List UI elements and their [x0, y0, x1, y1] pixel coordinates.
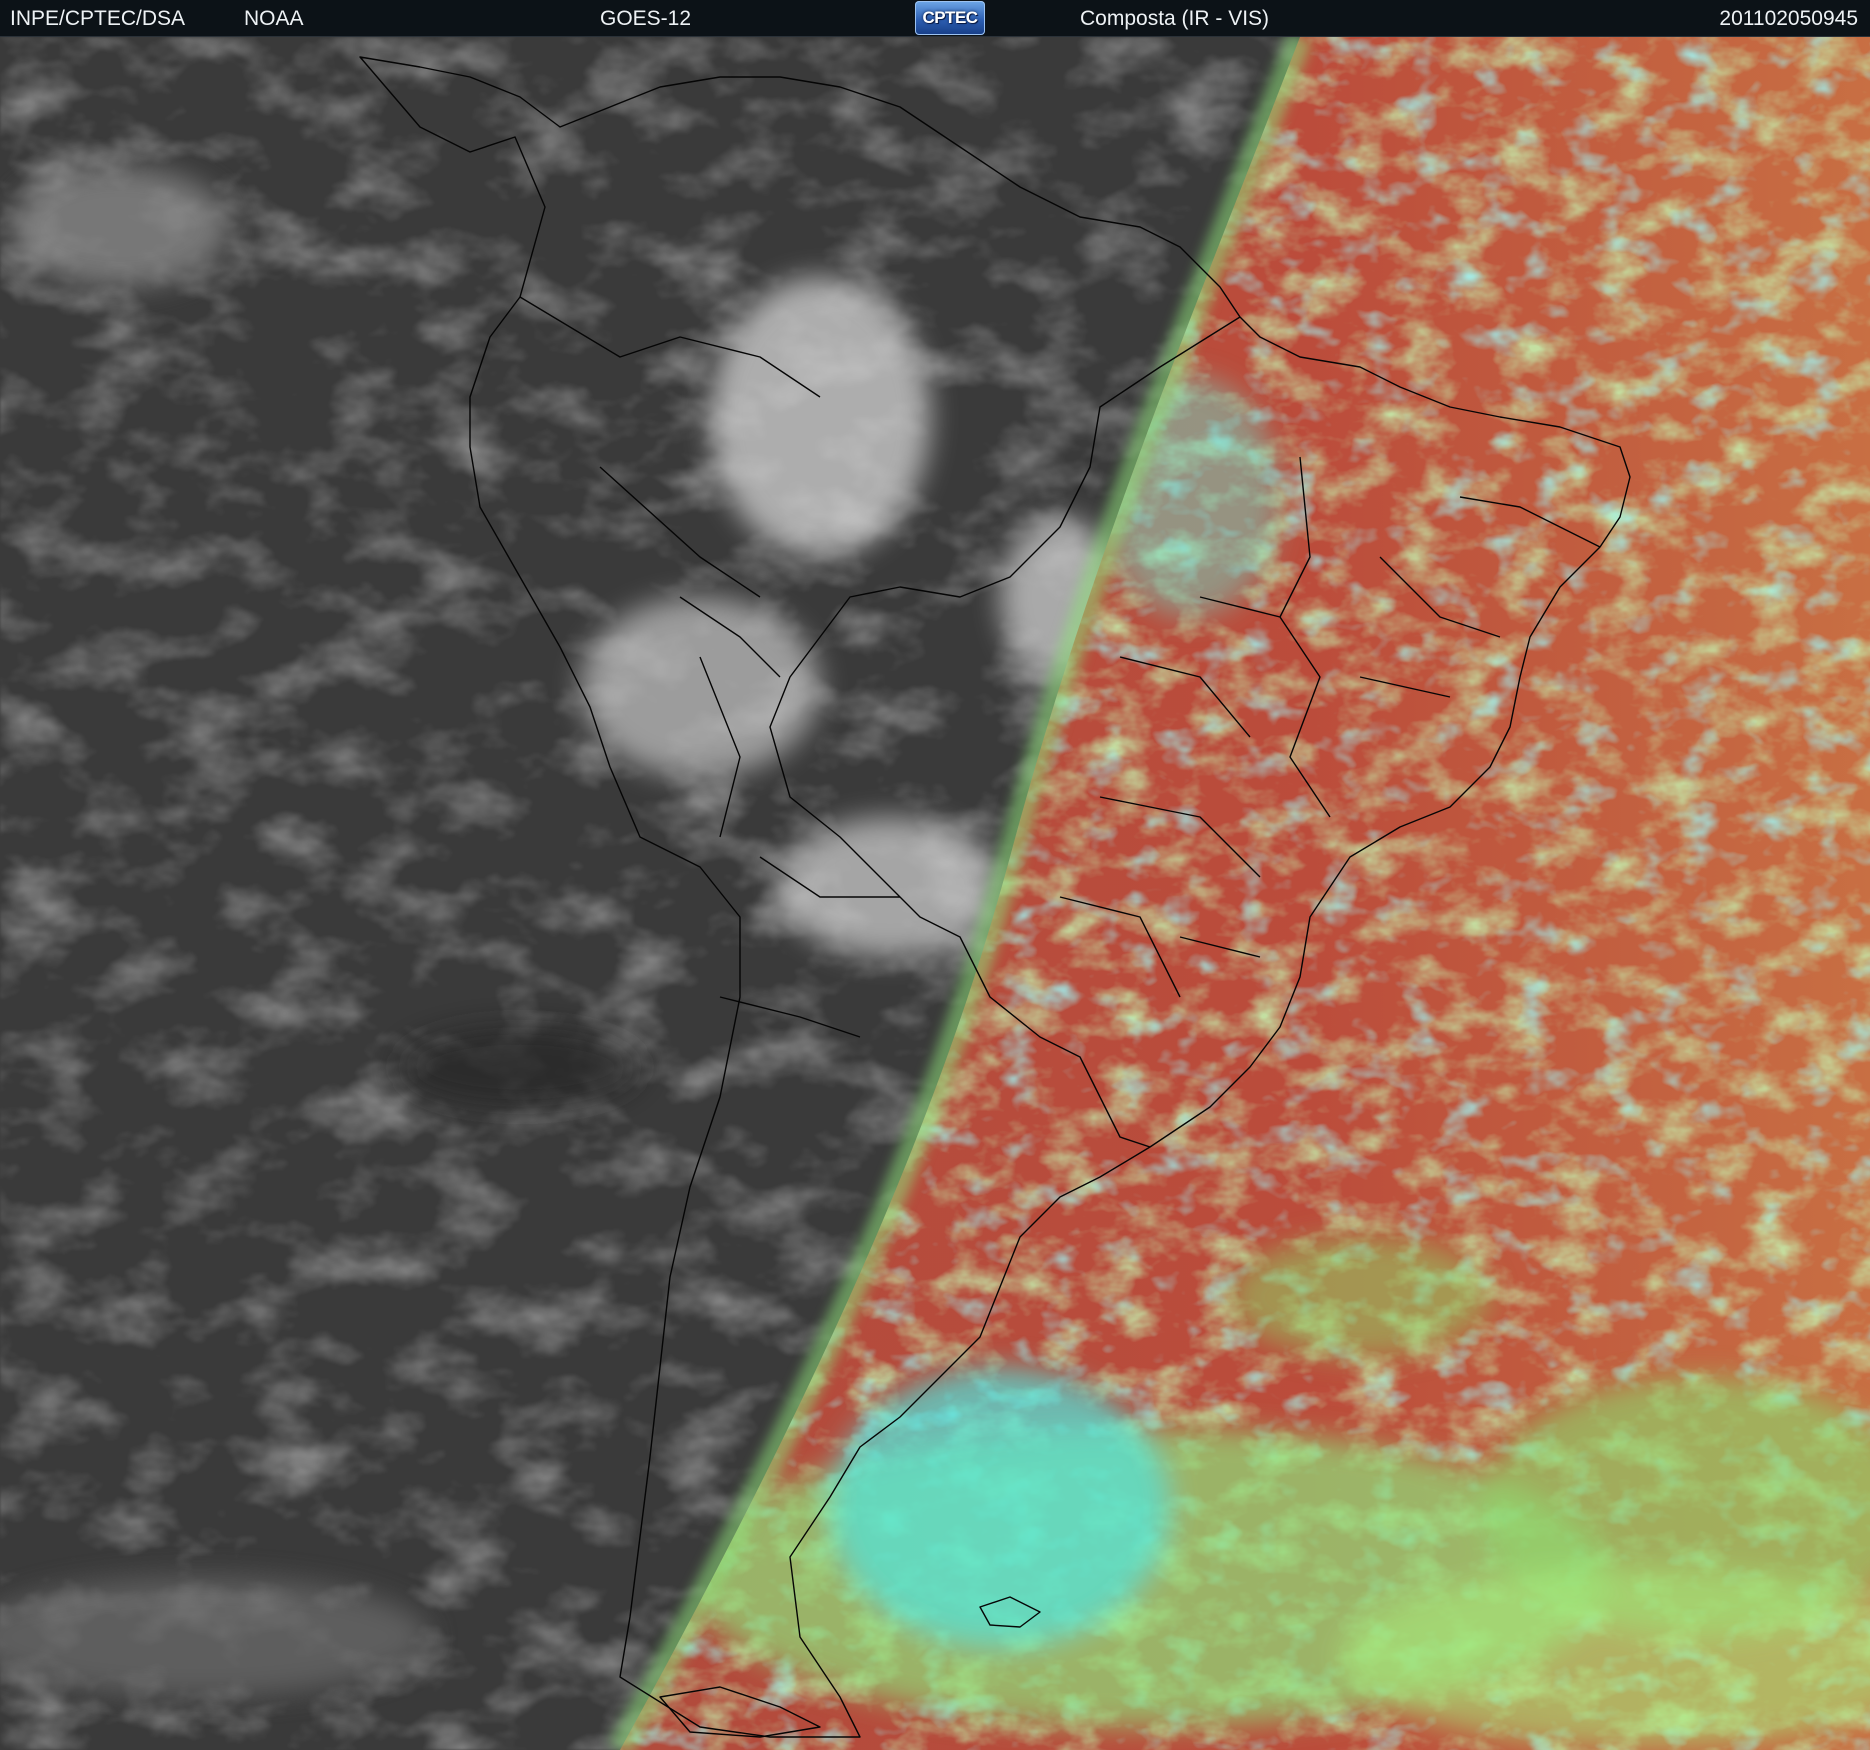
cptec-logo-text: CPTEC — [922, 8, 978, 27]
timestamp-label: 201102050945 — [1719, 7, 1858, 30]
satellite-viewer: INPE/CPTEC/DSA NOAA GOES-12 CPTEC Compos… — [0, 0, 1870, 1750]
agency-label: INPE/CPTEC/DSA — [10, 7, 186, 30]
header-bar: INPE/CPTEC/DSA NOAA GOES-12 CPTEC Compos… — [0, 0, 1870, 37]
satellite-label: GOES-12 — [600, 7, 692, 30]
satellite-image — [0, 37, 1870, 1750]
partner-label: NOAA — [244, 7, 304, 30]
product-label: Composta (IR - VIS) — [1080, 7, 1270, 30]
satellite-image-svg — [0, 37, 1870, 1750]
cptec-logo: CPTEC — [915, 1, 985, 35]
